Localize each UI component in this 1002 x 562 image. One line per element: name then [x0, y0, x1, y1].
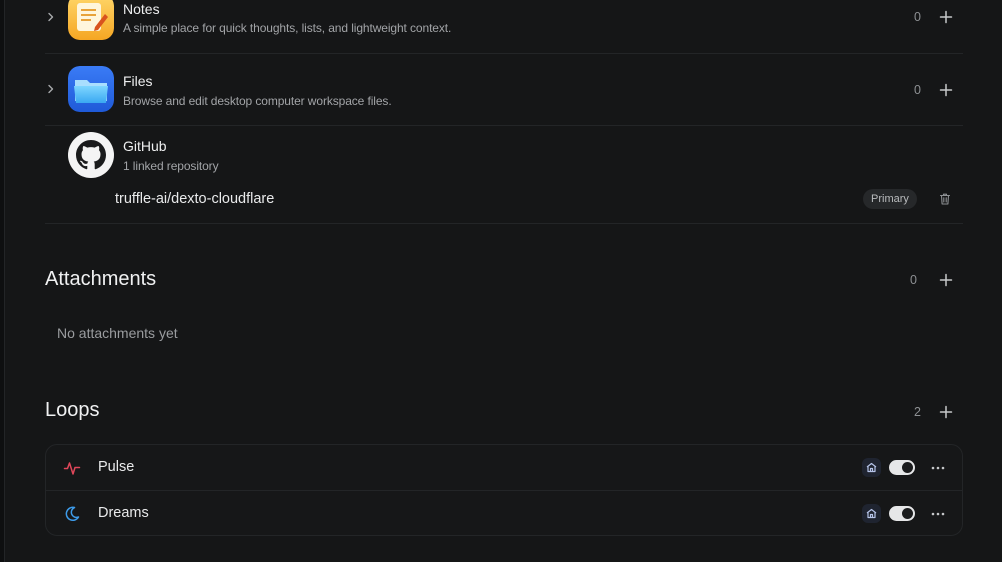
integration-title: Notes: [123, 1, 160, 17]
integration-title: GitHub: [123, 138, 167, 154]
add-loop-button[interactable]: [938, 404, 954, 420]
loops-count: 2: [914, 405, 921, 419]
attachments-empty-text: No attachments yet: [57, 325, 178, 341]
toggle-knob: [902, 508, 913, 519]
trash-icon[interactable]: [938, 192, 952, 206]
loop-row-dreams[interactable]: Dreams: [46, 490, 962, 536]
integration-subtitle: Browse and edit desktop computer workspa…: [123, 94, 392, 108]
notes-count: 0: [914, 10, 921, 24]
integration-row-notes[interactable]: Notes A simple place for quick thoughts,…: [45, 0, 963, 54]
more-options-icon[interactable]: [930, 506, 946, 522]
loop-name: Dreams: [98, 505, 149, 521]
chevron-right-icon[interactable]: [45, 11, 57, 23]
notes-app-icon: [68, 0, 114, 40]
loops-title: Loops: [45, 399, 100, 421]
add-file-button[interactable]: [938, 82, 954, 98]
repository-link[interactable]: truffle-ai/dexto-cloudflare: [115, 191, 274, 207]
add-attachment-button[interactable]: [938, 272, 954, 288]
integration-title: Files: [123, 73, 153, 89]
workspace-scope-icon: [862, 458, 881, 477]
loops-list: Pulse Dreams: [45, 444, 963, 536]
moon-icon: [65, 506, 80, 522]
primary-badge: Primary: [863, 189, 917, 209]
attachments-count: 0: [910, 273, 917, 287]
add-note-button[interactable]: [938, 9, 954, 25]
workspace-scope-icon: [862, 504, 881, 523]
github-icon: [68, 132, 114, 178]
more-options-icon[interactable]: [930, 460, 946, 476]
left-rail: [0, 0, 5, 562]
pulse-icon: [63, 462, 81, 475]
attachments-title: Attachments: [45, 268, 157, 290]
integration-row-files[interactable]: Files Browse and edit desktop computer w…: [45, 53, 963, 126]
loop-enabled-toggle[interactable]: [889, 460, 915, 475]
workspace-panel: Notes A simple place for quick thoughts,…: [0, 0, 1002, 562]
integration-row-github: GitHub 1 linked repository truffle-ai/de…: [45, 125, 963, 224]
files-count: 0: [914, 83, 921, 97]
loop-enabled-toggle[interactable]: [889, 506, 915, 521]
integration-subtitle: A simple place for quick thoughts, lists…: [123, 21, 452, 35]
integration-subtitle: 1 linked repository: [123, 159, 219, 173]
chevron-right-icon[interactable]: [45, 83, 57, 95]
toggle-knob: [902, 462, 913, 473]
loop-row-pulse[interactable]: Pulse: [46, 445, 962, 490]
loop-name: Pulse: [98, 459, 135, 475]
files-app-icon: [68, 66, 114, 112]
